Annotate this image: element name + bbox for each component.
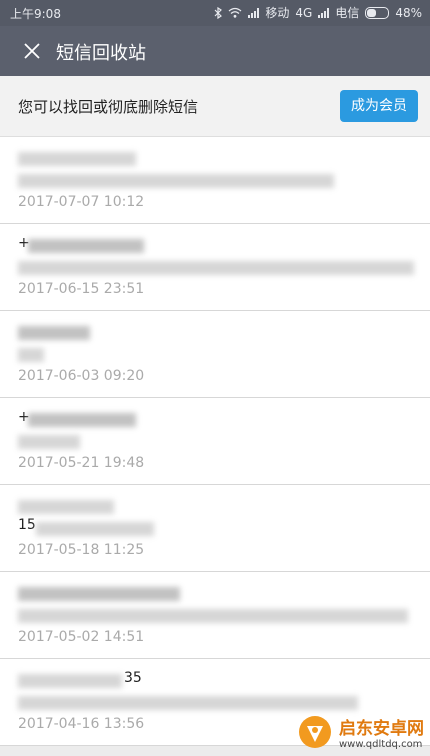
- watermark-text: 启东安卓网 www.qdltdq.com: [339, 714, 424, 750]
- signal-icon-2: [318, 7, 330, 18]
- message-date: 2017-06-15 23:51: [18, 281, 145, 297]
- battery-fill: [367, 8, 377, 17]
- message-date: 2017-07-07 10:12: [18, 194, 145, 210]
- status-right: 移动 4G 电信 48%: [214, 4, 422, 21]
- message-item[interactable]: + 2017-05-21 19:48: [0, 398, 430, 485]
- carrier-2: 电信: [335, 6, 360, 20]
- redacted-content: [18, 174, 334, 188]
- redacted-content: [18, 609, 408, 623]
- redacted-content: [18, 696, 358, 710]
- redacted-content: [18, 261, 414, 275]
- network-type: 4G: [295, 5, 313, 20]
- close-icon[interactable]: [20, 39, 44, 63]
- message-date: 2017-06-03 09:20: [18, 368, 145, 384]
- redacted-sender: [18, 326, 90, 340]
- redacted-content: [36, 522, 154, 536]
- redacted-content: [18, 348, 44, 362]
- carrier-1: 移动: [265, 6, 290, 20]
- bluetooth-icon: [214, 6, 223, 19]
- battery-icon: [365, 6, 390, 19]
- message-sender-suffix: 35: [124, 670, 142, 686]
- message-item[interactable]: 2017-05-02 14:51: [0, 572, 430, 659]
- page-title: 短信回收站: [56, 43, 146, 64]
- redacted-content: [18, 435, 80, 449]
- message-item[interactable]: 2017-06-03 09:20: [0, 311, 430, 398]
- watermark-logo-icon: [299, 716, 331, 748]
- message-item[interactable]: + 2017-06-15 23:51: [0, 224, 430, 311]
- message-date: 2017-05-21 19:48: [18, 455, 145, 471]
- message-item[interactable]: 2017-07-07 10:12: [0, 137, 430, 224]
- redacted-sender: [28, 413, 136, 427]
- redacted-sender: [18, 152, 136, 166]
- redacted-sender: [18, 674, 122, 688]
- screen: 上午9:08 移动 4G 电信 48% 短信回收站 您可以找回或彻底删除短信 成…: [0, 0, 430, 756]
- status-bar: 上午9:08 移动 4G 电信 48%: [0, 0, 430, 26]
- message-date: 2017-04-16 13:56: [18, 716, 145, 732]
- title-bar: 短信回收站: [0, 26, 430, 76]
- status-time: 上午9:08: [10, 7, 61, 21]
- message-item[interactable]: 15 2017-05-18 11:25: [0, 485, 430, 572]
- signal-icon-1: [248, 7, 260, 18]
- site-watermark: 启东安卓网 www.qdltdq.com: [297, 714, 424, 750]
- watermark-name: 启东安卓网: [339, 719, 424, 739]
- redacted-sender: [28, 239, 144, 253]
- message-date: 2017-05-02 14:51: [18, 629, 145, 645]
- redacted-sender: [18, 587, 180, 601]
- redacted-sender: [18, 500, 114, 514]
- become-member-button[interactable]: 成为会员: [340, 90, 418, 122]
- message-list: 2017-07-07 10:12 + 2017-06-15 23:51 2017…: [0, 137, 430, 746]
- info-banner: 您可以找回或彻底删除短信 成为会员: [0, 76, 430, 137]
- watermark-url: www.qdltdq.com: [339, 739, 423, 750]
- battery-percent: 48%: [395, 5, 422, 20]
- message-date: 2017-05-18 11:25: [18, 542, 145, 558]
- banner-text: 您可以找回或彻底删除短信: [18, 98, 199, 116]
- message-sender-prefix: 15: [18, 517, 36, 533]
- wifi-icon: [228, 7, 242, 18]
